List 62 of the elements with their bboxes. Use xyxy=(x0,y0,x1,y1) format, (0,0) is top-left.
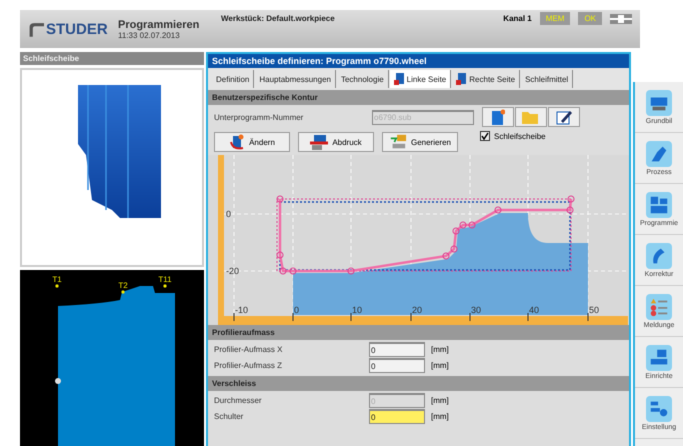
wheel-side-icon xyxy=(456,73,466,85)
channel-label: Kanal 1 xyxy=(503,14,532,23)
checkbox[interactable] xyxy=(480,131,490,141)
axis-label: -10 xyxy=(235,305,248,315)
wheel-side-icon xyxy=(394,73,404,85)
wheel-edit-icon xyxy=(229,134,246,150)
program-icon xyxy=(646,192,672,218)
input-field[interactable]: 0 xyxy=(369,358,425,373)
point-label: T11 xyxy=(158,275,172,288)
point-label: T2 xyxy=(118,281,128,294)
section-header: Benutzerspezifische Kontur xyxy=(208,90,629,105)
cursor-icon xyxy=(55,378,61,384)
section-header: Verschleiss xyxy=(208,376,629,391)
tab[interactable]: Linke Seite xyxy=(390,70,452,88)
field-label: Schulter xyxy=(214,412,244,421)
machine-icon xyxy=(646,90,672,116)
section-header: Profilieraufmass xyxy=(208,325,629,340)
edit-button[interactable] xyxy=(548,107,580,127)
dialog-title: Schleifscheibe definieren: Programm o7790.wheel xyxy=(208,54,629,68)
workpiece-label: Werkstück: Default.workpiece xyxy=(221,14,336,23)
checkbox-label: Schleifscheibe xyxy=(494,132,546,140)
generate-icon xyxy=(389,134,407,150)
logo-icon xyxy=(28,22,44,36)
axis-label: 0 xyxy=(294,305,300,315)
unit-label: [mm] xyxy=(431,396,449,405)
settings-icon xyxy=(646,396,672,422)
pen-icon xyxy=(556,109,572,125)
toggle-icon[interactable] xyxy=(610,14,632,24)
field-label: Unterprogramm-Nummer xyxy=(214,112,304,122)
document-icon xyxy=(491,109,505,125)
status-badge: OK xyxy=(578,12,602,25)
imprint-icon xyxy=(310,134,328,150)
process-icon xyxy=(646,140,672,166)
field-label: Profilier-Aufmass Z xyxy=(214,361,284,370)
messages-icon xyxy=(646,294,672,320)
date-time: 11:33 02.07.2013 xyxy=(118,30,181,40)
folder-icon xyxy=(522,110,540,124)
action-button[interactable]: Abdruck xyxy=(298,132,374,152)
setup-icon xyxy=(646,344,672,370)
field-label: Profilier-Aufmass X xyxy=(214,345,284,354)
new-file-button[interactable] xyxy=(482,107,514,127)
unit-label: [mm] xyxy=(431,412,449,421)
axis-label: 50 xyxy=(589,305,600,315)
unit-label: [mm] xyxy=(431,361,449,370)
action-button[interactable]: Ändern xyxy=(214,132,290,152)
axis-label: 40 xyxy=(529,305,540,315)
panel-title: Schleifscheibe xyxy=(20,52,204,65)
axis-label: 10 xyxy=(352,305,362,315)
point-label: T1 xyxy=(52,275,62,288)
logo-text: STUDER xyxy=(46,20,108,38)
screen-title: Programmieren xyxy=(118,18,200,30)
input-field[interactable]: 0 xyxy=(369,409,425,424)
field-label: Durchmesser xyxy=(214,396,263,405)
input-field[interactable]: 0 xyxy=(369,342,425,357)
axis-label: 30 xyxy=(471,305,482,315)
axis-label: -20 xyxy=(226,266,240,276)
correction-icon xyxy=(646,242,672,268)
unit-label: [mm] xyxy=(431,345,449,354)
axis-label: 20 xyxy=(412,305,422,315)
action-button[interactable]: Generieren xyxy=(382,132,458,152)
axis-label: 0 xyxy=(226,209,232,219)
status-badge: MEM xyxy=(540,12,570,25)
